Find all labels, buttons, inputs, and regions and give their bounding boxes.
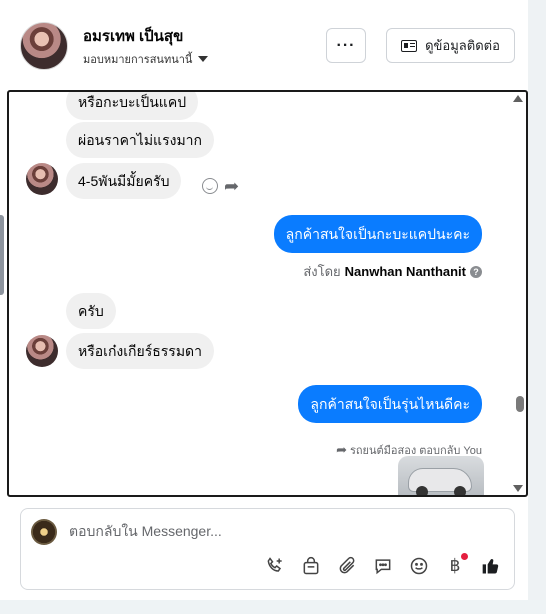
reply-icon[interactable]: ➦ — [224, 177, 239, 195]
side-panel-handle[interactable] — [0, 215, 4, 295]
sender-avatar[interactable] — [26, 335, 58, 367]
message-outgoing[interactable]: ลูกค้าสนใจเป็นกะบะแคปนะคะ — [273, 215, 482, 253]
contact-card-icon — [401, 39, 418, 52]
message-incoming[interactable]: หรือเก๋งเกียร์ธรรมดา — [66, 333, 215, 369]
paperclip-icon[interactable] — [336, 555, 358, 577]
info-icon[interactable]: ? — [470, 265, 482, 278]
call-add-icon[interactable] — [264, 555, 286, 577]
message-incoming[interactable]: ครับ — [66, 293, 116, 329]
reply-arrow-icon: ➦ — [336, 442, 347, 457]
reply-input[interactable] — [69, 523, 489, 539]
view-contact-info-button[interactable]: ดูข้อมูลติดต่อ — [386, 28, 515, 63]
message-outgoing[interactable]: ลูกค้าสนใจเป็นรุ่นไหนดีคะ — [298, 385, 482, 423]
contact-avatar[interactable] — [20, 22, 68, 70]
conversation-header: อมรเทพ เป็นสุข มอบหมายการสนทนานี้ ··· ดู… — [0, 0, 528, 86]
assign-label: มอบหมายการสนทนานี้ — [83, 54, 193, 66]
message-incoming[interactable]: 4-5พันมีมั้ยครับ — [66, 163, 182, 199]
chat-bubble-icon[interactable] — [372, 555, 394, 577]
view-contact-info-label: ดูข้อมูลติดต่อ — [425, 38, 500, 53]
page-edge-bottom — [0, 600, 546, 614]
more-options-button[interactable]: ··· — [326, 28, 366, 63]
message-incoming[interactable]: ผ่อนราคาไม่แรงมาก — [66, 122, 215, 158]
shopping-bag-icon[interactable] — [300, 555, 322, 577]
caret-down-icon — [198, 56, 209, 62]
sent-by-label: ส่งโดย Nanwhan Nanthanit ? — [303, 261, 482, 282]
thumbs-up-icon[interactable] — [480, 555, 502, 577]
car-photo-attachment[interactable] — [398, 456, 484, 495]
baht-icon[interactable]: ฿ — [444, 553, 468, 577]
react-emoji-icon[interactable] — [202, 178, 218, 194]
baht-glyph: ฿ — [449, 556, 461, 575]
messenger-panel: อมรเทพ เป็นสุข มอบหมายการสนทนานี้ ··· ดู… — [0, 0, 528, 600]
message-actions: ➦ — [202, 177, 239, 195]
sent-by-prefix: ส่งโดย — [303, 264, 341, 279]
scroll-up-arrow[interactable] — [513, 95, 523, 102]
wheel-shape — [416, 486, 428, 495]
wheel-shape — [454, 486, 466, 495]
scrollbar-thumb[interactable] — [516, 396, 524, 412]
page-edge-right — [528, 0, 546, 614]
sender-avatar[interactable] — [26, 163, 58, 195]
conversation-thread[interactable]: หรือกะบะเป็นแคป ผ่อนราคาไม่แรงมาก 4-5พัน… — [7, 90, 528, 497]
sent-by-name: Nanwhan Nanthanit — [344, 264, 466, 279]
message-composer: ฿ — [20, 508, 515, 590]
assign-conversation-dropdown[interactable]: มอบหมายการสนทนานี้ — [83, 50, 209, 68]
composer-toolbar: ฿ — [264, 553, 502, 577]
notification-dot — [461, 553, 468, 560]
message-incoming[interactable]: หรือกะบะเป็นแคป — [66, 92, 199, 120]
emoji-icon[interactable] — [408, 555, 430, 577]
scroll-down-arrow[interactable] — [513, 485, 523, 492]
contact-name[interactable]: อมรเทพ เป็นสุข — [83, 24, 183, 48]
page-avatar — [31, 519, 57, 545]
